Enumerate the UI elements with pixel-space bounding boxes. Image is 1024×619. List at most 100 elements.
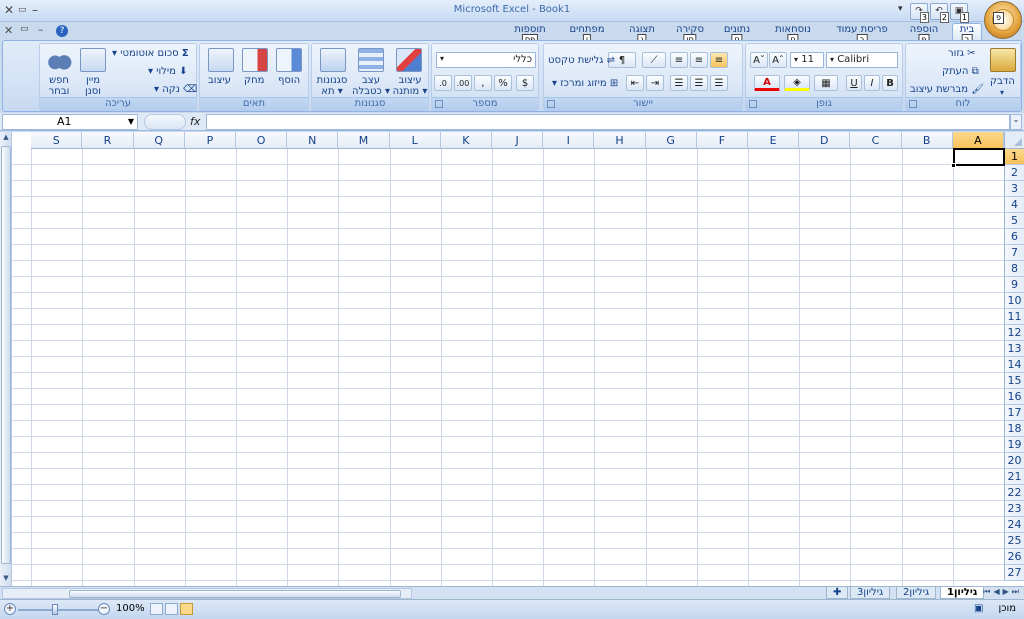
select-all-button[interactable] xyxy=(1004,132,1024,149)
font-name-combo[interactable]: ▾ Calibri xyxy=(826,52,898,68)
comma-style-button[interactable]: , xyxy=(474,75,492,91)
tab-view[interactable]: תצוגהג xyxy=(622,24,662,45)
expand-formula-bar-icon[interactable]: ⌄ xyxy=(1010,114,1022,130)
fill-color-button[interactable]: ◈ xyxy=(784,75,810,91)
clear-button[interactable]: ▾ נקה ⌫ xyxy=(154,84,197,95)
tab-review[interactable]: סקירהסו xyxy=(670,24,710,45)
column-header-m[interactable]: M xyxy=(338,132,390,149)
column-header-k[interactable]: K xyxy=(440,132,492,149)
column-header-i[interactable]: I xyxy=(543,132,595,149)
paste-dropdown-icon[interactable]: ▾ xyxy=(1000,88,1004,97)
italic-button[interactable]: I xyxy=(864,75,880,91)
format-painter-button[interactable]: מברשת עיצוב 🖌 xyxy=(910,84,984,95)
find-select-button[interactable]: חפש ובחר xyxy=(44,75,74,97)
prev-sheet-icon[interactable]: ◀ xyxy=(993,587,1002,596)
row-header-21[interactable]: 21 xyxy=(1004,469,1024,485)
column-header-n[interactable]: N xyxy=(287,132,339,149)
zoom-slider[interactable] xyxy=(18,609,102,611)
delete-cells-button[interactable]: מחק xyxy=(244,75,264,86)
row-header-27[interactable]: 27 xyxy=(1004,565,1024,581)
row-header-12[interactable]: 12 xyxy=(1004,325,1024,341)
insert-sheet-button[interactable]: ✚ xyxy=(826,587,849,599)
row-header-23[interactable]: 23 xyxy=(1004,501,1024,517)
row-header-11[interactable]: 11 xyxy=(1004,309,1024,325)
increase-indent-button[interactable]: ⇥ xyxy=(646,75,664,91)
sheet-tab-1[interactable]: גיליון1 xyxy=(940,587,985,599)
column-header-g[interactable]: G xyxy=(645,132,697,149)
increase-decimal-button[interactable]: .0 xyxy=(434,75,452,91)
autosum-button[interactable]: ▾ סכום אוטומטי Σ xyxy=(112,48,189,59)
next-sheet-icon[interactable]: ▶ xyxy=(1003,587,1012,596)
first-sheet-icon[interactable]: ⏮ xyxy=(983,587,993,596)
vertical-scroll-thumb[interactable] xyxy=(1,146,11,564)
column-header-p[interactable]: P xyxy=(184,132,236,149)
row-header-5[interactable]: 5 xyxy=(1004,213,1024,229)
row-header-20[interactable]: 20 xyxy=(1004,453,1024,469)
decrease-indent-button[interactable]: ⇤ xyxy=(626,75,644,91)
page-break-view-button[interactable] xyxy=(150,603,163,615)
normal-view-button[interactable] xyxy=(180,603,193,615)
sheet-navigation[interactable]: ⏮◀▶⏭ xyxy=(983,587,1022,597)
row-header-17[interactable]: 17 xyxy=(1004,405,1024,421)
tab-data[interactable]: נתוניםם xyxy=(716,24,758,45)
row-header-15[interactable]: 15 xyxy=(1004,373,1024,389)
column-header-l[interactable]: L xyxy=(389,132,441,149)
align-center-button[interactable]: ☰ xyxy=(690,75,708,91)
row-header-13[interactable]: 13 xyxy=(1004,341,1024,357)
underline-button[interactable]: U xyxy=(846,75,862,91)
save-button[interactable]: ▣1 xyxy=(950,2,969,23)
last-sheet-icon[interactable]: ⏭ xyxy=(1012,587,1022,596)
number-launcher-icon[interactable] xyxy=(435,100,443,108)
tab-insert[interactable]: הוספהפ xyxy=(904,24,944,45)
conditional-formatting-button[interactable]: עיצוב מותנה ▾ xyxy=(390,75,430,97)
tab-developer[interactable]: מפתחיםן xyxy=(562,24,612,45)
alignment-launcher-icon[interactable] xyxy=(547,100,555,108)
column-header-c[interactable]: C xyxy=(850,132,902,149)
bold-button[interactable]: B xyxy=(882,75,898,91)
percent-style-button[interactable]: % xyxy=(494,75,512,91)
zoom-slider-thumb[interactable] xyxy=(52,604,58,615)
row-header-7[interactable]: 7 xyxy=(1004,245,1024,261)
restore-workbook-icon[interactable]: ▭ xyxy=(20,24,29,34)
font-color-button[interactable]: A xyxy=(754,75,780,91)
orientation-button[interactable]: ⟋ xyxy=(642,52,666,68)
column-header-q[interactable]: Q xyxy=(133,132,185,149)
font-launcher-icon[interactable] xyxy=(749,100,757,108)
name-box-dropdown-icon[interactable]: ▼ xyxy=(128,115,134,129)
office-button[interactable]: פ xyxy=(984,1,1022,39)
accounting-format-button[interactable]: $ xyxy=(516,75,534,91)
zoom-level[interactable]: 100% xyxy=(116,603,145,614)
sheet-tab-2[interactable]: גיליון2 xyxy=(896,587,937,599)
column-header-f[interactable]: F xyxy=(696,132,748,149)
sort-filter-button[interactable]: מיין וסנן xyxy=(78,75,108,97)
fill-button[interactable]: ▾ מילוי ⬇ xyxy=(148,66,187,77)
insert-function-button[interactable]: fx xyxy=(190,115,200,128)
row-header-24[interactable]: 24 xyxy=(1004,517,1024,533)
zoom-out-button[interactable]: − xyxy=(98,603,110,615)
row-header-8[interactable]: 8 xyxy=(1004,261,1024,277)
formula-input[interactable] xyxy=(206,114,1010,130)
format-as-table-button[interactable]: עצב כטבלה ▾ xyxy=(350,75,392,97)
fill-handle[interactable] xyxy=(950,163,956,168)
column-header-o[interactable]: O xyxy=(236,132,288,149)
tab-page-layout[interactable]: פריסת עמודר xyxy=(830,24,894,45)
row-header-22[interactable]: 22 xyxy=(1004,485,1024,501)
vertical-scrollbar[interactable]: ▲ ▼ xyxy=(0,132,12,586)
page-layout-view-button[interactable] xyxy=(165,603,178,615)
tab-formulas[interactable]: נוסחאותח xyxy=(766,24,820,45)
row-header-25[interactable]: 25 xyxy=(1004,533,1024,549)
font-size-combo[interactable]: ▾ 11 xyxy=(790,52,824,68)
merge-center-button[interactable]: ▾ מיזוג ומרכז ⊞ xyxy=(552,78,618,89)
worksheet-grid[interactable]: ▲ ▼ A B C D E F G H I J K L M N O P Q R S 1 2 3 4 5 6 7 8 9 10 11 12 13… xyxy=(0,132,1024,586)
align-left-button[interactable]: ☰ xyxy=(670,75,688,91)
clipboard-launcher-icon[interactable] xyxy=(909,100,917,108)
row-header-9[interactable]: 9 xyxy=(1004,277,1024,293)
formula-bar-handle[interactable] xyxy=(144,114,186,130)
active-cell-a1[interactable] xyxy=(950,148,1005,168)
row-header-10[interactable]: 10 xyxy=(1004,293,1024,309)
column-header-d[interactable]: D xyxy=(799,132,851,149)
align-middle-button[interactable]: ≡ xyxy=(690,52,708,68)
row-header-19[interactable]: 19 xyxy=(1004,437,1024,453)
tab-add-ins[interactable]: תוספותפס xyxy=(506,24,554,45)
format-cells-button[interactable]: עיצוב xyxy=(208,75,231,86)
